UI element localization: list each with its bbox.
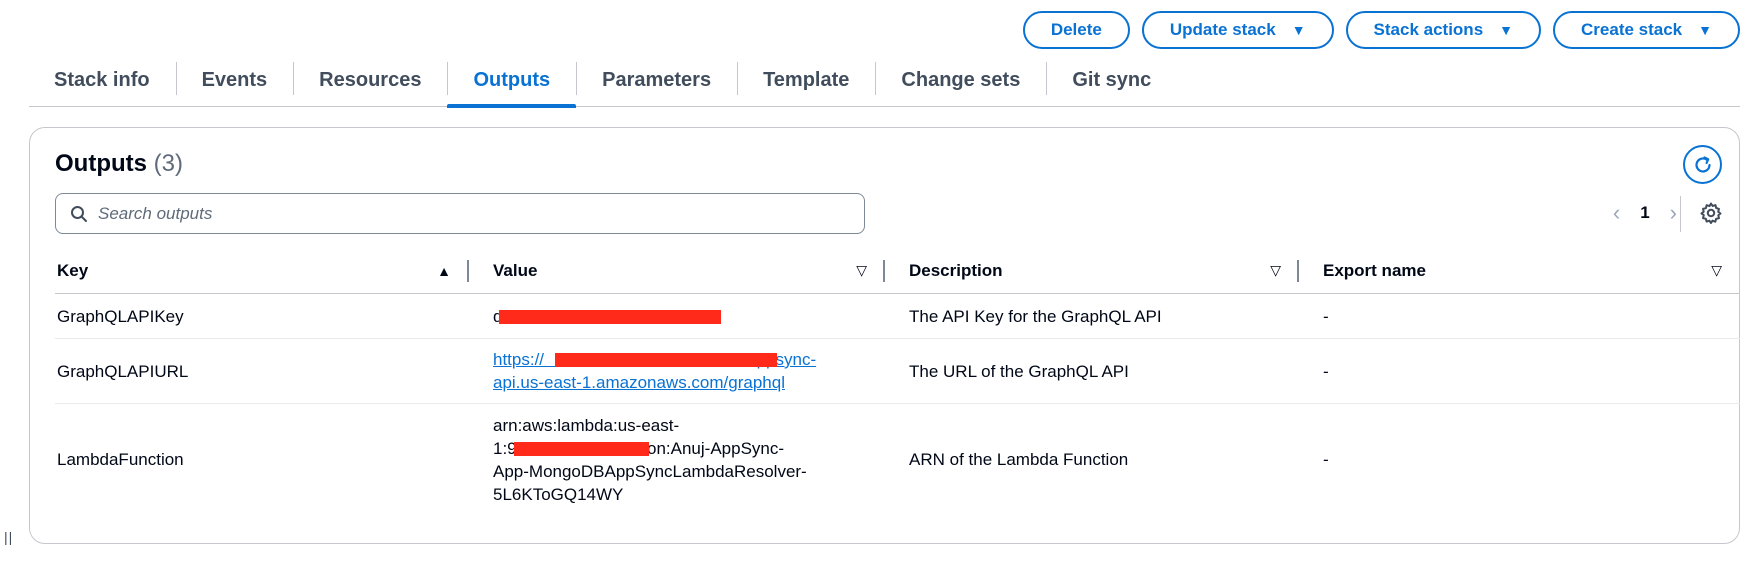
tab-outputs[interactable]: Outputs: [447, 60, 576, 108]
delete-button[interactable]: Delete: [1022, 11, 1130, 49]
delete-label: Delete: [1050, 20, 1102, 39]
page: Delete Update stack ▼ Stack actions ▼ Crea…: [0, 0, 1751, 581]
outputs-table: Key ▲ Value ▽ Description ▽ Export name …: [55, 248, 1740, 515]
output-value: arn:aws:lambda:us-east- 1:9 :function:An…: [469, 414, 885, 506]
output-description: The API Key for the GraphQL API: [909, 306, 1162, 326]
drag-handle-icon[interactable]: ||: [4, 529, 13, 545]
redacted-value: https:// appsync-api.us-east-1.amazonaws…: [493, 348, 823, 394]
redaction-mark: [499, 309, 721, 324]
table-header: Key ▲ Value ▽ Description ▽ Export name …: [55, 248, 1740, 294]
output-value-line: 5L6KToGQ14WY: [493, 484, 624, 504]
stack-actions-button[interactable]: Stack actions ▼: [1345, 11, 1542, 49]
outputs-container: Outputs (3) ‹ 1 ›: [29, 127, 1740, 544]
previous-page-icon[interactable]: ‹: [1613, 202, 1620, 224]
output-key: GraphQLAPIKey: [57, 306, 184, 326]
column-header-label: Description: [909, 260, 1003, 280]
gear-icon: [1700, 202, 1722, 224]
redaction-mark: [514, 441, 649, 456]
sort-icon: ▽: [1711, 262, 1722, 278]
output-description: The URL of the GraphQL API: [909, 361, 1129, 381]
output-export-name: -: [1323, 450, 1329, 469]
column-header-description[interactable]: Description ▽: [885, 248, 1299, 294]
table-row: GraphQLAPIURL https:// appsync-api.us-ea…: [55, 339, 1740, 404]
output-value-line: App-MongoDBAppSyncLambdaResolver-: [493, 461, 807, 481]
output-value-line: arn:aws:lambda:us-east-: [493, 415, 680, 435]
output-export-name: -: [1323, 306, 1329, 326]
sort-ascending-icon: ▲: [437, 262, 451, 279]
output-value: https:// appsync-api.us-east-1.amazonaws…: [469, 348, 885, 394]
redaction-mark: [555, 353, 777, 367]
redacted-value: 1:9 :function:Anuj-AppSync-: [493, 437, 885, 460]
create-stack-label: Create stack: [1581, 20, 1683, 39]
create-stack-button[interactable]: Create stack ▼: [1553, 11, 1740, 49]
stack-actions-label: Stack actions: [1373, 20, 1484, 39]
tab-change-sets[interactable]: Change sets: [875, 60, 1046, 107]
pager-divider: [1680, 196, 1681, 232]
output-key: GraphQLAPIURL: [57, 361, 189, 381]
search-outputs-input[interactable]: [98, 203, 838, 224]
output-description: ARN of the Lambda Function: [909, 450, 1129, 469]
current-page[interactable]: 1: [1640, 203, 1649, 223]
tab-stack-info[interactable]: Stack info: [29, 60, 176, 107]
caret-down-icon: ▼: [1698, 22, 1712, 38]
tab-events[interactable]: Events: [175, 60, 294, 107]
search-outputs-field[interactable]: [55, 193, 865, 234]
column-header-label: Value: [493, 260, 538, 280]
pagination: ‹ 1 ›: [1613, 202, 1677, 224]
redacted-value: d e: [493, 305, 721, 328]
table-row: LambdaFunction arn:aws:lambda:us-east- 1…: [55, 404, 1740, 515]
outputs-title: Outputs: [55, 150, 147, 177]
tab-git-sync[interactable]: Git sync: [1046, 60, 1177, 107]
outputs-heading: Outputs (3): [55, 150, 183, 178]
output-export-name: -: [1323, 361, 1329, 381]
column-header-label: Export name: [1323, 260, 1426, 280]
update-stack-button[interactable]: Update stack ▼: [1141, 11, 1334, 49]
column-header-export-name[interactable]: Export name ▽: [1299, 248, 1740, 294]
search-icon: [71, 205, 87, 222]
preferences-button[interactable]: [1699, 201, 1723, 225]
refresh-button[interactable]: [1683, 145, 1722, 184]
refresh-icon: [1694, 155, 1711, 173]
tab-parameters[interactable]: Parameters: [576, 60, 737, 107]
caret-down-icon: ▼: [1291, 22, 1306, 38]
outputs-count: (3): [153, 150, 183, 177]
table-row: GraphQLAPIKey d e The API Key for the Gr…: [55, 294, 1740, 339]
stack-tabs: Stack info Events Resources Outputs Para…: [29, 60, 1740, 108]
stack-actions-bar: Delete Update stack ▼ Stack actions ▼ Crea…: [1022, 11, 1740, 49]
next-page-icon[interactable]: ›: [1670, 202, 1677, 224]
sort-icon: ▽: [856, 262, 867, 278]
update-stack-label: Update stack: [1169, 20, 1276, 39]
tab-template[interactable]: Template: [737, 60, 875, 107]
sort-icon: ▽: [1270, 262, 1281, 278]
tab-resources[interactable]: Resources: [293, 60, 447, 107]
output-value: d e: [469, 305, 885, 328]
output-key: LambdaFunction: [57, 450, 184, 469]
column-header-label: Key: [57, 260, 89, 280]
caret-down-icon: ▼: [1499, 22, 1514, 38]
column-header-key[interactable]: Key ▲: [55, 248, 469, 294]
column-header-value[interactable]: Value ▽: [469, 248, 885, 294]
